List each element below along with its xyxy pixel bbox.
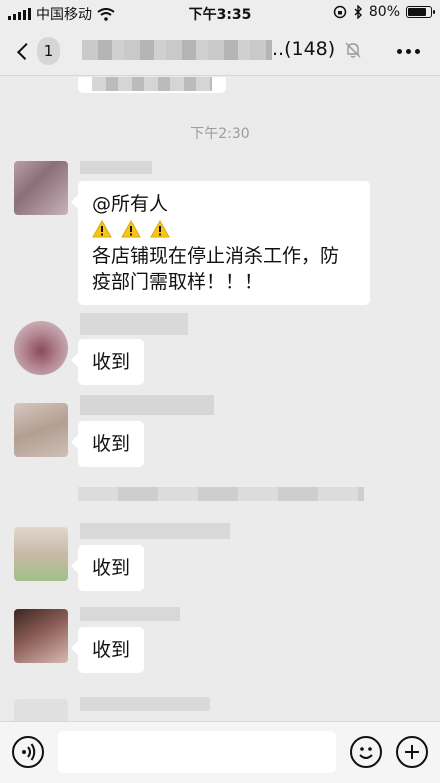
reply-text: 收到	[92, 433, 131, 455]
reply-text: 收到	[92, 639, 131, 661]
sender-name-blurred	[80, 523, 230, 539]
emoji-button[interactable]	[350, 736, 382, 768]
chat-header: 1 ..(148)	[0, 26, 440, 76]
sender-name-blurred	[80, 697, 210, 711]
announcement-bubble: @所有人 各店铺现在停止消杀工作，防 疫部门需取样！！！	[71, 181, 370, 305]
member-count: ..(148)	[272, 38, 336, 60]
chat-area: 下午2:30 @所有人 各店铺现在停止消杀工作，防 疫部门需取样！！！ 收到 收…	[0, 77, 440, 721]
message-input[interactable]	[58, 731, 336, 773]
unread-badge: 1	[37, 37, 60, 65]
avatar[interactable]	[14, 321, 68, 375]
sender-name-blurred	[80, 161, 152, 174]
reply-bubble: 收到	[70, 421, 145, 467]
plus-icon	[405, 745, 419, 759]
blurred-system-line	[78, 487, 364, 501]
reply-bubble: 收到	[70, 339, 145, 385]
warning-icon	[150, 219, 170, 238]
voice-button[interactable]	[12, 736, 44, 768]
lock-rotation-icon	[333, 5, 347, 19]
warning-icon	[121, 219, 141, 238]
message-bubble-partial	[78, 77, 226, 93]
warning-icon	[92, 219, 112, 238]
mention-all: @所有人	[92, 193, 169, 215]
avatar[interactable]	[14, 527, 68, 581]
avatar[interactable]	[14, 699, 68, 721]
voice-icon	[22, 743, 36, 761]
reply-text: 收到	[92, 351, 131, 373]
avatar[interactable]	[14, 609, 68, 663]
group-name-blurred	[82, 40, 272, 60]
emoji-icon	[359, 747, 373, 759]
sender-name-blurred	[80, 607, 180, 621]
warning-icons	[92, 217, 356, 243]
announcement-text-1: 各店铺现在停止消杀工作，防	[92, 245, 340, 267]
message-timestamp: 下午2:30	[190, 126, 250, 142]
sender-name-blurred	[80, 395, 214, 415]
avatar[interactable]	[14, 403, 68, 457]
reply-bubble: 收到	[70, 627, 145, 673]
back-button[interactable]: 1	[14, 36, 60, 66]
more-icon[interactable]	[397, 40, 420, 62]
battery-icon	[406, 6, 435, 18]
reply-text: 收到	[92, 557, 131, 579]
reply-bubble: 收到	[70, 545, 145, 591]
sender-name-blurred	[80, 313, 188, 335]
plus-button[interactable]	[396, 736, 428, 768]
status-bar: 中国移动 下午3:35 80%	[0, 0, 440, 26]
announcement-text-2: 疫部门需取样！！！	[92, 271, 264, 293]
bluetooth-icon	[354, 5, 362, 19]
avatar[interactable]	[14, 161, 68, 215]
battery-percent: 80%	[368, 4, 400, 20]
back-arrow-icon	[17, 42, 35, 60]
input-bar	[0, 721, 440, 783]
mute-bell-icon	[345, 42, 361, 58]
